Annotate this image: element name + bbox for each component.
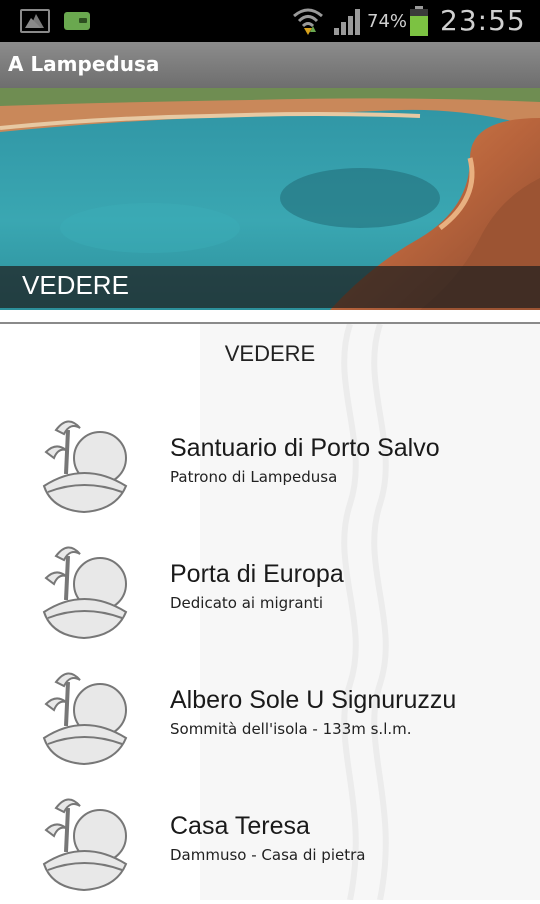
item-title: Santuario di Porto Salvo (170, 434, 440, 462)
island-icon (42, 546, 128, 640)
status-bar: 74% 23:55 (0, 0, 540, 42)
island-icon (42, 798, 128, 892)
wifi-icon (293, 8, 323, 35)
action-bar: A Lampedusa (0, 42, 540, 88)
battery-icon (410, 6, 428, 36)
item-subtitle: Patrono di Lampedusa (170, 468, 338, 486)
item-subtitle: Sommità dell'isola - 133m s.l.m. (170, 720, 412, 738)
island-icon (42, 420, 128, 514)
wallet-icon (64, 12, 90, 30)
list-item[interactable]: Porta di Europa Dedicato ai migranti (0, 534, 540, 652)
signal-icon (334, 9, 360, 35)
battery-percent: 74% (367, 11, 408, 32)
item-title: Porta di Europa (170, 560, 344, 588)
app-title: A Lampedusa (8, 52, 160, 76)
item-title: Casa Teresa (170, 812, 310, 840)
island-icon (42, 672, 128, 766)
list-item[interactable]: Casa Teresa Dammuso - Casa di pietra (0, 786, 540, 904)
clock: 23:55 (440, 4, 526, 37)
item-subtitle: Dammuso - Casa di pietra (170, 846, 366, 864)
list-item[interactable]: Albero Sole U Signuruzzu Sommità dell'is… (0, 660, 540, 778)
section-heading: VEDERE (224, 341, 316, 366)
gallery-icon (20, 9, 50, 33)
item-title: Albero Sole U Signuruzzu (170, 686, 457, 714)
banner-caption: VEDERE (22, 270, 129, 300)
item-subtitle: Dedicato ai migranti (170, 594, 324, 612)
list-item[interactable]: Santuario di Porto Salvo Patrono di Lamp… (0, 408, 540, 526)
